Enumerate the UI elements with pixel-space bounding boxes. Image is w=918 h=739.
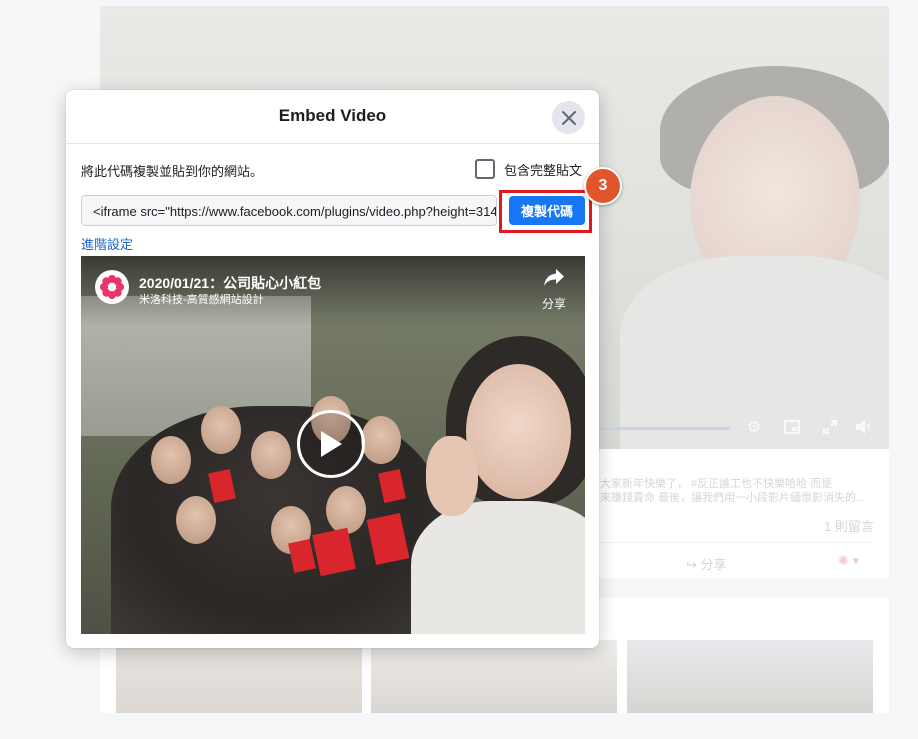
- video-frame-girl-face: [466, 364, 571, 499]
- video-frame-person: [201, 406, 241, 454]
- step-number-badge: 3: [584, 167, 622, 205]
- video-title[interactable]: 2020/01/21：公司貼心小紅包: [139, 273, 321, 293]
- share-arrow-icon: [544, 269, 564, 286]
- embed-code-field[interactable]: <iframe src="https://www.facebook.com/pl…: [81, 195, 497, 226]
- video-frame-person: [176, 496, 216, 544]
- include-full-post-checkbox[interactable]: [475, 159, 495, 179]
- video-share-button[interactable]: 分享: [536, 268, 572, 312]
- video-frame-girl-hand: [426, 436, 478, 516]
- embed-video-dialog: Embed Video 將此代碼複製並貼到你的網站。 包含完整貼文 <ifram…: [66, 90, 622, 648]
- video-frame-girl-body: [411, 501, 585, 634]
- close-icon: [561, 110, 576, 125]
- page-avatar[interactable]: [95, 270, 129, 304]
- video-frame-person: [151, 436, 191, 484]
- include-full-post-option[interactable]: 包含完整貼文: [475, 159, 582, 179]
- video-page-name[interactable]: 米洛科技-高質感網站設計: [139, 291, 264, 307]
- play-icon: [321, 431, 342, 457]
- play-button[interactable]: [297, 410, 365, 478]
- video-frame-person: [251, 431, 291, 479]
- copy-button-highlight: [499, 190, 592, 233]
- video-frame-person: [361, 416, 401, 464]
- flower-logo-icon: [100, 275, 124, 299]
- close-button[interactable]: [552, 101, 585, 134]
- video-preview[interactable]: 2020/01/21：公司貼心小紅包 米洛科技-高質感網站設計 分享: [81, 256, 585, 634]
- advanced-settings-link[interactable]: 進階設定: [81, 234, 133, 253]
- embed-instruction: 將此代碼複製並貼到你的網站。: [81, 164, 264, 179]
- dialog-header: Embed Video: [66, 90, 599, 144]
- video-share-label: 分享: [541, 297, 566, 311]
- include-full-post-label: 包含完整貼文: [504, 162, 583, 178]
- embed-code-text: <iframe src="https://www.facebook.com/pl…: [93, 204, 497, 219]
- dialog-title: Embed Video: [278, 106, 387, 125]
